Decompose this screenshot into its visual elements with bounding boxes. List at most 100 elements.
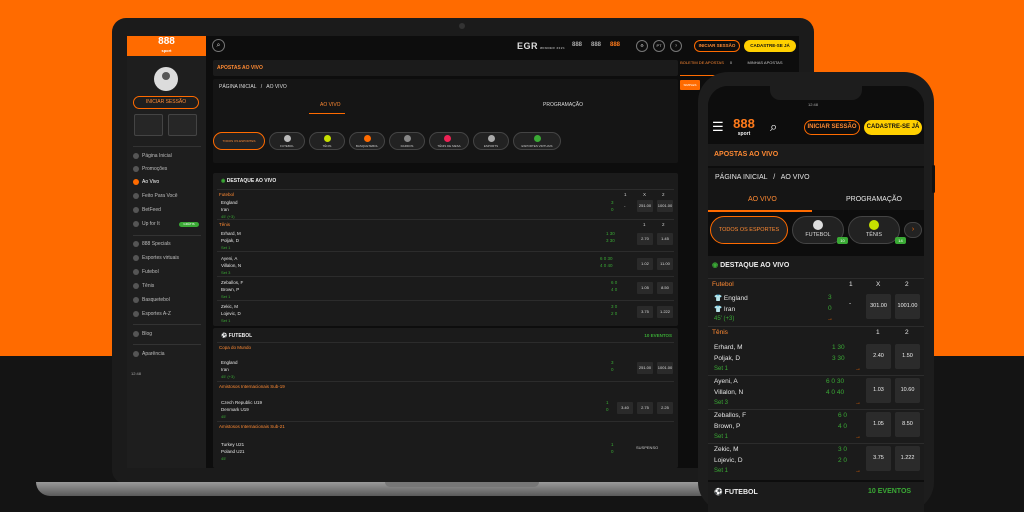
avatar[interactable] xyxy=(154,67,178,91)
odd-button[interactable]: 1.03 xyxy=(866,378,891,403)
hamburger-menu-icon[interactable]: ☰ xyxy=(712,120,725,133)
sidebar-item-label: Esportes A-Z xyxy=(142,311,171,317)
chip-table-tennis[interactable]: TÊNIS DE MESA xyxy=(429,132,469,150)
featured-title-text: DESTAQUE AO VIVO xyxy=(720,262,790,269)
page-title: APOSTAS AO VIVO xyxy=(217,65,263,71)
score-away: 0 xyxy=(611,367,614,372)
tab-schedule[interactable]: PROGRAMAÇÃO xyxy=(543,102,583,108)
sidebar-login-button[interactable]: INICIAR SESSÃO xyxy=(133,96,199,109)
basketball-icon xyxy=(364,135,371,142)
odd-button[interactable]: 251.00 xyxy=(637,200,653,212)
odd-button[interactable]: 1.02 xyxy=(637,258,653,270)
chip-football[interactable]: FUTEBOL 10 xyxy=(792,216,848,244)
odd-button[interactable]: 3.75 xyxy=(866,446,891,471)
odd-button[interactable]: 301.00 xyxy=(866,294,891,319)
chip-all-sports[interactable]: TODOS OS ESPORTES xyxy=(213,132,265,150)
sidebar-item-up-for-it[interactable]: Up for It GRÁTIS xyxy=(133,219,201,230)
player-home: Zekic, M xyxy=(714,446,739,453)
odd-button[interactable]: 8.50 xyxy=(895,412,920,437)
odd-button[interactable]: 10.60 xyxy=(895,378,920,403)
odd-button[interactable]: 1.222 xyxy=(895,446,920,471)
chip-darts[interactable]: DARDOS xyxy=(389,132,425,150)
events-count[interactable]: 10 EVENTOS xyxy=(868,488,911,495)
settings-icon[interactable]: ⚙ xyxy=(636,40,648,52)
sidebar-item-blog[interactable]: Blog xyxy=(133,329,201,340)
breadcrumb-home[interactable]: PÁGINA INICIAL xyxy=(219,84,256,90)
sidebar-item-live[interactable]: Ao Vivo xyxy=(133,177,201,188)
odd-button[interactable]: 2.25 xyxy=(657,402,673,414)
score-away: 4 0 40 xyxy=(600,263,613,268)
chip-tennis[interactable]: TÊNIS 14 xyxy=(848,216,906,244)
odd-button[interactable]: 8.50 xyxy=(657,282,673,294)
status-bar: 12:48 xyxy=(708,86,924,114)
odd-button[interactable]: 2.75 xyxy=(637,402,653,414)
player-home: Erhard, M xyxy=(714,344,743,351)
odd-button[interactable]: 1.45 xyxy=(657,233,673,245)
odd-button[interactable]: 11.00 xyxy=(657,258,673,270)
col-x: X xyxy=(876,281,881,288)
sidebar-item-basketball[interactable]: Basquetebol xyxy=(133,295,201,306)
sport-link[interactable]: 888 xyxy=(610,42,620,48)
tab-live[interactable]: AO VIVO xyxy=(748,196,777,203)
chips-scroll-right[interactable]: › xyxy=(904,222,922,238)
search-icon[interactable]: ⌕ xyxy=(770,120,777,134)
sidebar-item-label: Esportes virtuais xyxy=(142,255,179,261)
sidebar-item-betfeed[interactable]: BetFeed xyxy=(133,205,201,216)
register-button[interactable]: CADASTRE-SE JÁ xyxy=(864,120,922,135)
odd-button[interactable]: 2.40 xyxy=(866,344,891,369)
singles-tab[interactable]: SIMPLES xyxy=(680,80,700,90)
odd-button[interactable]: 1.222 xyxy=(657,306,673,318)
recent-tile[interactable] xyxy=(134,114,163,136)
odd-button[interactable]: 3.75 xyxy=(637,306,653,318)
chip-tennis[interactable]: TÊNIS xyxy=(309,132,345,150)
odd-button[interactable]: 1.50 xyxy=(895,344,920,369)
sidebar-item-for-you[interactable]: Feito Para Você xyxy=(133,191,201,202)
poker-link[interactable]: 888 xyxy=(591,42,601,48)
odd-button[interactable]: 251.00 xyxy=(637,362,653,374)
casino-link[interactable]: 888 xyxy=(572,42,582,48)
search-icon[interactable]: ⌕ xyxy=(212,39,225,52)
football-panel: ⚽ FUTEBOL 10 EVENTOS Copa do Mundo Engla… xyxy=(213,328,678,468)
score-home: 3 xyxy=(828,294,832,301)
sidebar-item-appearance[interactable]: Aparência xyxy=(133,349,201,360)
sidebar-item-home[interactable]: Página Inicial xyxy=(133,151,201,162)
odd-button[interactable]: 1001.00 xyxy=(657,200,673,212)
chip-football[interactable]: FUTEBOL xyxy=(269,132,305,150)
odd-button[interactable]: 1001.00 xyxy=(657,362,673,374)
player-away: Lojevic, D xyxy=(221,311,241,316)
breadcrumb-home[interactable]: PÁGINA INICIAL xyxy=(715,174,767,181)
language-button[interactable]: PT xyxy=(653,40,665,52)
score-home: 6 0 30 xyxy=(600,256,613,261)
odd-button[interactable]: 1.05 xyxy=(637,282,653,294)
sidebar-item-football[interactable]: Futebol xyxy=(133,267,201,278)
sidebar-item-specials[interactable]: 888 Specials xyxy=(133,239,201,250)
tab-schedule[interactable]: PROGRAMAÇÃO xyxy=(846,196,902,203)
login-button[interactable]: INICIAR SESSÃO xyxy=(804,120,860,135)
odd-button[interactable]: 1001.00 xyxy=(895,294,920,319)
odd-button[interactable]: 3.40 xyxy=(617,402,633,414)
chip-virtual[interactable]: ESPORTES VIRTUAIS xyxy=(513,132,561,150)
odd-button[interactable]: 2.70 xyxy=(637,233,653,245)
chip-label: FUTEBOL xyxy=(280,144,294,148)
chip-all-sports[interactable]: TODOS OS ESPORTES xyxy=(710,216,788,244)
sidebar-item-tennis[interactable]: Tênis xyxy=(133,281,201,292)
breadcrumb-separator: / xyxy=(773,174,776,181)
featured-panel: ◉ DESTAQUE AO VIVO Futebol 1 X 2 👕 Engla… xyxy=(708,256,924,480)
chip-basketball[interactable]: BASQUETEBOL xyxy=(349,132,385,150)
sidebar-item-virtual[interactable]: Esportes virtuais xyxy=(133,253,201,264)
chip-esports[interactable]: ESPORTS xyxy=(473,132,509,150)
logo[interactable]: 888 sport xyxy=(127,36,206,56)
logo[interactable]: 888 sport xyxy=(730,117,758,138)
events-count[interactable]: 10 EVENTOS xyxy=(644,333,672,338)
login-button[interactable]: INICIAR SESSÃO xyxy=(694,40,740,52)
sidebar-item-promotions[interactable]: Promoções xyxy=(133,164,201,175)
player-away: Villalon, N xyxy=(714,389,744,396)
sidebar-item-sports-az[interactable]: Esportes A-Z xyxy=(133,309,201,320)
tab-live[interactable]: AO VIVO xyxy=(320,102,341,108)
favorites-tile[interactable] xyxy=(168,114,197,136)
register-button[interactable]: CADASTRE-SE JÁ xyxy=(744,40,796,52)
league-name: Amistosos Internacionais Sub-21 xyxy=(219,424,285,429)
arrow-icon: → xyxy=(855,468,861,474)
odd-button[interactable]: 1.05 xyxy=(866,412,891,437)
help-button[interactable]: ? xyxy=(670,40,682,52)
